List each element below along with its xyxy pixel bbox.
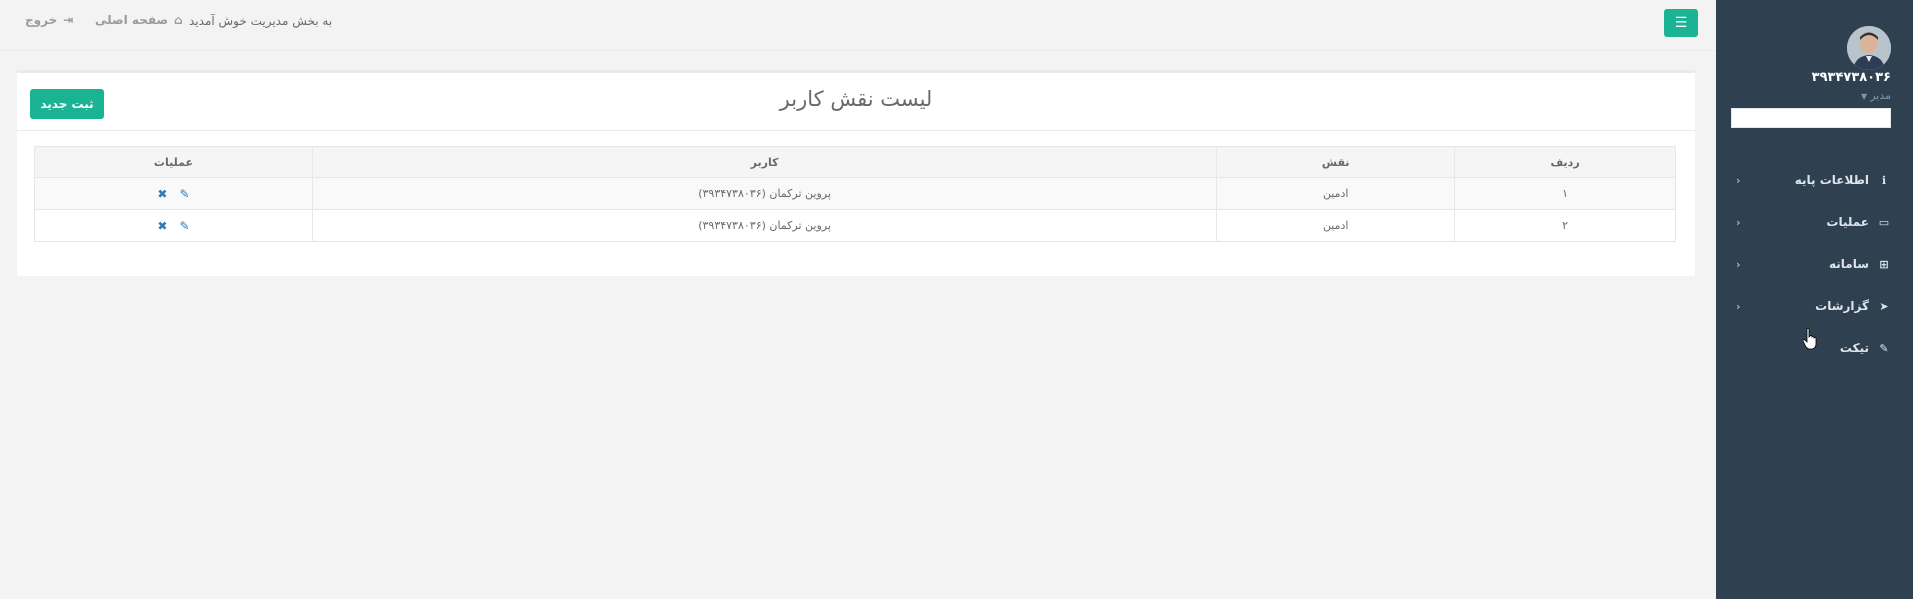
sidebar-item-label: سامانه [1828, 257, 1869, 271]
column-header-role: نقش [1216, 146, 1456, 178]
column-header-operations: عملیات [34, 146, 313, 178]
row-role: ادمین [1216, 177, 1456, 210]
sidebar-item-label: عملیات [1826, 215, 1869, 229]
delete-icon[interactable]: ✖ [157, 219, 167, 233]
panel-header: لیست نقش کاربر ثبت جدید [17, 73, 1695, 131]
menu-toggle-button[interactable]: ☰ [1664, 9, 1698, 37]
column-header-user: کاربر [311, 146, 1218, 178]
sidebar: ۳۹۳۴۷۳۸۰۳۶ مدیر▼ ℹ اطلاعات پایه ‹ ▭ عملی… [1716, 0, 1913, 599]
caret-down-icon: ▼ [1861, 92, 1868, 101]
row-user: پروین ترکمان (۳۹۳۴۷۳۸۰۳۶) [311, 209, 1218, 242]
chevron-left-icon: ‹ [1736, 215, 1741, 229]
logout-link[interactable]: ⇥ خروج [25, 13, 73, 27]
top-navbar: ☰ به بخش مدیریت خوش آمدید ⌂ صفحه اصلی ⇥ … [0, 0, 1716, 51]
row-operations: ✖ ✎ [34, 209, 313, 242]
chevron-left-icon: ‹ [1736, 257, 1741, 271]
sidebar-item-reports[interactable]: ➤ گزارشات ‹ [1716, 288, 1913, 324]
table-header-row: ردیف نقش کاربر عملیات [34, 146, 1676, 178]
info-icon: ℹ [1881, 173, 1887, 187]
edit-icon[interactable]: ✎ [179, 219, 189, 233]
row-operations: ✖ ✎ [34, 177, 313, 210]
sidebar-username[interactable]: ۳۹۳۴۷۳۸۰۳۶ [1812, 70, 1891, 85]
row-index: ۲ [1454, 209, 1676, 242]
sidebar-item-operations[interactable]: ▭ عملیات ‹ [1716, 204, 1913, 240]
column-header-index: ردیف [1454, 146, 1676, 178]
paper-plane-icon: ➤ [1879, 299, 1889, 313]
row-index: ۱ [1454, 177, 1676, 210]
sidebar-item-label: گزارشات [1815, 299, 1869, 313]
chevron-left-icon: ‹ [1736, 299, 1741, 313]
user-role-label: مدیر [1870, 89, 1891, 102]
chevron-left-icon: ‹ [1736, 173, 1741, 187]
role-list-panel: لیست نقش کاربر ثبت جدید ردیف نقش کاربر ع… [17, 70, 1695, 276]
sidebar-search-input[interactable] [1731, 108, 1891, 128]
inbox-icon: ▭ [1878, 215, 1890, 229]
row-role: ادمین [1216, 209, 1456, 242]
home-link-label: صفحه اصلی [95, 13, 169, 27]
home-icon: ⌂ [174, 13, 183, 27]
edit-icon[interactable]: ✎ [179, 187, 189, 201]
sitemap-icon: ⊞ [1879, 257, 1889, 271]
hamburger-icon: ☰ [1674, 15, 1688, 31]
page-title: لیست نقش کاربر [779, 87, 933, 111]
welcome-message: به بخش مدیریت خوش آمدید [189, 14, 333, 28]
sign-out-icon: ⇥ [63, 13, 74, 27]
ticket-icon: ✎ [1879, 341, 1889, 355]
row-user: پروین ترکمان (۳۹۳۴۷۳۸۰۳۶) [311, 177, 1218, 210]
logout-link-label: خروج [25, 13, 58, 27]
sidebar-item-basic-info[interactable]: ℹ اطلاعات پایه ‹ [1716, 162, 1913, 198]
sidebar-item-system[interactable]: ⊞ سامانه ‹ [1716, 246, 1913, 282]
add-new-button[interactable]: ثبت جدید [30, 89, 104, 119]
sidebar-item-label: تیکت [1839, 341, 1869, 355]
hand-cursor-icon [1803, 328, 1817, 350]
table-row: ۱ ادمین پروین ترکمان (۳۹۳۴۷۳۸۰۳۶) ✖ ✎ [34, 177, 1676, 210]
table-row: ۲ ادمین پروین ترکمان (۳۹۳۴۷۳۸۰۳۶) ✖ ✎ [34, 209, 1676, 242]
user-role-table: ردیف نقش کاربر عملیات ۱ ادمین پروین ترکم… [34, 146, 1676, 242]
sidebar-user-role[interactable]: مدیر▼ [1861, 89, 1891, 102]
delete-icon[interactable]: ✖ [157, 187, 167, 201]
home-link[interactable]: ⌂ صفحه اصلی [95, 13, 183, 27]
sidebar-item-label: اطلاعات پایه [1794, 173, 1869, 187]
avatar[interactable] [1847, 26, 1891, 70]
